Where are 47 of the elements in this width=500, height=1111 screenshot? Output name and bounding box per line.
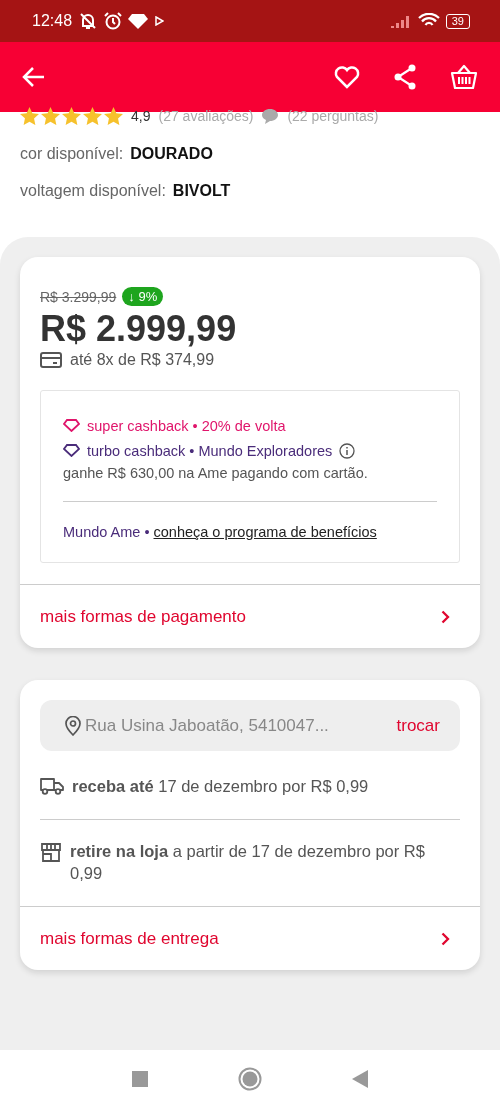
heart-icon[interactable] bbox=[334, 65, 360, 89]
store-icon bbox=[40, 842, 62, 862]
cashback-note: ganhe R$ 630,00 na Ame pagando com cartão. bbox=[63, 465, 369, 481]
back-icon[interactable] bbox=[352, 1069, 368, 1088]
info-icon[interactable] bbox=[339, 442, 356, 459]
delivery-option-text: retire na loja a partir de 17 de dezembro por R$ 0,99 bbox=[70, 841, 426, 884]
address-bar[interactable]: Rua Usina Jaboatão, 5410047... trocar bbox=[40, 700, 460, 751]
option-label: voltagem disponível: bbox=[20, 182, 166, 200]
clock-time: 12:48 bbox=[32, 12, 73, 30]
payment-options-link[interactable]: mais formas de pagamento bbox=[20, 584, 480, 648]
program-text: Mundo Ame • conheça o programa de benefícios bbox=[63, 523, 378, 542]
delivery-options-link[interactable]: mais formas de entrega bbox=[20, 906, 480, 970]
option-label: cor disponível: bbox=[20, 145, 124, 163]
change-address-link[interactable]: trocar bbox=[396, 715, 440, 736]
credit-card-icon bbox=[40, 352, 62, 368]
delivery-option-text: receba até 17 de dezembro por R$ 0,99 bbox=[72, 776, 369, 797]
basket-icon[interactable] bbox=[450, 64, 478, 90]
location-pin-icon bbox=[65, 715, 81, 736]
cashback-text: turbo cashback • Mundo Exploradores bbox=[87, 442, 333, 459]
diamond-outline-icon bbox=[63, 444, 80, 457]
address-text: Rua Usina Jaboatão, 5410047... bbox=[85, 715, 330, 736]
option-value: BIVOLT bbox=[172, 182, 231, 200]
old-price: R$ 3.299,99 bbox=[40, 288, 117, 305]
back-arrow-icon[interactable] bbox=[22, 66, 46, 88]
signal-icon bbox=[389, 14, 412, 28]
share-icon[interactable] bbox=[393, 64, 417, 90]
rating-score: 4,9 bbox=[131, 108, 151, 124]
alarm-icon bbox=[104, 12, 123, 30]
discount-badge: ↓ 9% bbox=[122, 287, 164, 306]
recent-apps-icon[interactable] bbox=[132, 1070, 148, 1087]
option-value: DOURADO bbox=[130, 145, 213, 163]
play-icon bbox=[154, 16, 165, 26]
cashback-text: super cashback • 20% de volta bbox=[87, 417, 286, 434]
review-count[interactable]: (27 avaliações) bbox=[158, 108, 254, 124]
chevron-right-icon bbox=[441, 931, 450, 946]
speech-bubble-icon bbox=[261, 108, 280, 124]
question-count[interactable]: (22 perguntas) bbox=[287, 108, 379, 124]
benefits-link[interactable]: conheça o programa de benefícios bbox=[153, 524, 377, 540]
current-price: R$ 2.999,99 bbox=[40, 309, 238, 349]
battery-level: 39 bbox=[445, 13, 470, 29]
truck-icon bbox=[40, 777, 64, 795]
wifi-icon bbox=[417, 13, 440, 29]
diamond-outline-icon bbox=[63, 419, 80, 432]
installments-text: até 8x de R$ 374,99 bbox=[70, 351, 215, 369]
diamond-icon bbox=[128, 13, 149, 29]
chevron-right-icon bbox=[441, 609, 450, 624]
home-icon[interactable] bbox=[238, 1066, 262, 1091]
